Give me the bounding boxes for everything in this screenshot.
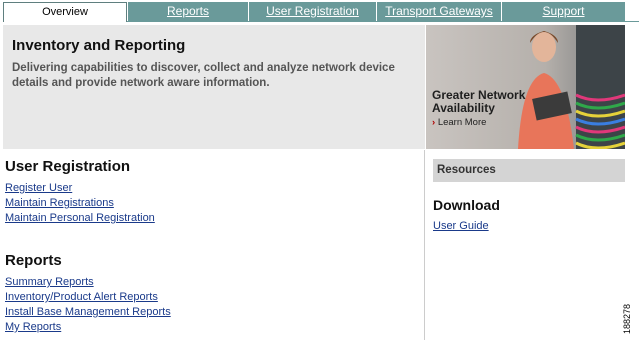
tab-transport-gateways[interactable]: Transport Gateways [376, 2, 501, 22]
maintain-registrations-link[interactable]: Maintain Registrations [5, 197, 114, 209]
my-reports-link[interactable]: My Reports [5, 321, 61, 333]
hero-banner: Inventory and Reporting Delivering capab… [3, 25, 425, 149]
tab-support[interactable]: Support [501, 2, 625, 22]
tab-reports[interactable]: Reports [127, 2, 248, 22]
resources-header: Resources [433, 159, 625, 182]
install-base-management-reports-link[interactable]: Install Base Management Reports [5, 306, 171, 318]
download-heading: Download [433, 197, 500, 213]
promo-title-line2: Availability [432, 101, 495, 115]
tab-overview[interactable]: Overview [3, 2, 127, 22]
reports-heading: Reports [5, 252, 62, 269]
promo-photo [426, 25, 625, 149]
resources-label: Resources [437, 164, 496, 176]
learn-more-link[interactable]: › Learn More [432, 117, 486, 128]
summary-reports-link[interactable]: Summary Reports [5, 276, 94, 288]
hero-description: Delivering capabilities to discover, col… [12, 62, 395, 89]
register-user-link[interactable]: Register User [5, 182, 72, 194]
user-guide-link[interactable]: User Guide [433, 220, 489, 232]
chevron-right-icon: › [432, 117, 436, 128]
figure-id: 188278 [616, 300, 638, 340]
tab-underline [127, 21, 639, 22]
column-divider [424, 150, 425, 340]
learn-more-label: Learn More [437, 117, 487, 128]
figure-id-text: 188278 [622, 303, 632, 335]
page-title: Inventory and Reporting [12, 37, 186, 54]
user-registration-heading: User Registration [5, 158, 131, 175]
maintain-personal-registration-link[interactable]: Maintain Personal Registration [5, 212, 155, 224]
inventory-product-alert-reports-link[interactable]: Inventory/Product Alert Reports [5, 291, 158, 303]
tab-user-registration[interactable]: User Registration [248, 2, 376, 22]
promo-title: Greater Network Availability [432, 89, 525, 115]
promo-banner[interactable]: Greater Network Availability › Learn Mor… [426, 25, 625, 149]
tab-bar: Overview Reports User Registration Trans… [0, 0, 639, 22]
